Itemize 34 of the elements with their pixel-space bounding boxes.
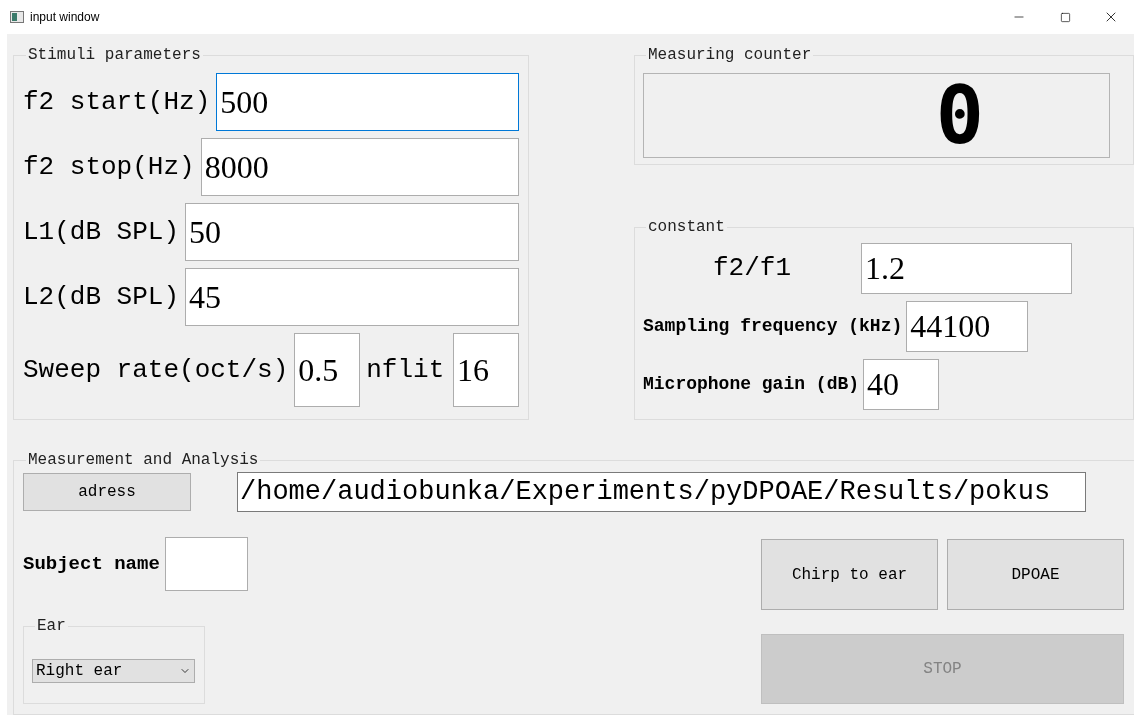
window-icon: [10, 11, 24, 23]
input-field[interactable]: 8000: [200, 138, 519, 196]
group-title: constant: [647, 217, 726, 237]
field-label: Sweep rate(oct/s): [23, 353, 289, 387]
input-field[interactable]: 44100: [906, 301, 1029, 352]
field-label: f2 stop(Hz): [23, 150, 195, 184]
field-label: Subject name: [23, 551, 160, 577]
window-title: input window: [30, 9, 100, 26]
group-title: Measurement and Analysis: [27, 450, 260, 470]
path-field[interactable]: /home/audiobunka/Experiments/pyDPOAE/Results/pokus: [237, 472, 1086, 512]
field-label: f2/f1: [712, 252, 792, 285]
field-label: Sampling frequency (kHz): [643, 315, 903, 338]
input-field[interactable]: 45: [185, 268, 519, 326]
field-label: Microphone gain (dB): [643, 373, 860, 396]
field-label: f2 start(Hz): [23, 85, 211, 119]
counter-value: 0: [935, 75, 984, 156]
group-title: Ear: [36, 616, 67, 636]
input-field[interactable]: 500: [216, 73, 519, 131]
address-button[interactable]: adress: [23, 473, 191, 511]
field-label: nflit: [366, 353, 445, 387]
input-field[interactable]: [164, 537, 248, 591]
action-button[interactable]: DPOAE: [947, 539, 1124, 610]
input-field[interactable]: 0.5: [294, 333, 361, 407]
group-title: Measuring counter: [647, 45, 813, 65]
ear-dropdown[interactable]: Right ear: [32, 659, 195, 683]
input-field[interactable]: 50: [185, 203, 519, 261]
maximize-icon: [1059, 11, 1071, 23]
field-label: L1(dB SPL): [23, 215, 180, 249]
input-field[interactable]: 1.2: [861, 243, 1072, 294]
group-title: Stimuli parameters: [27, 45, 202, 65]
input-field[interactable]: 40: [863, 359, 940, 410]
field-label: L2(dB SPL): [23, 280, 180, 314]
input-field[interactable]: 16: [453, 333, 519, 407]
action-button[interactable]: Chirp to ear: [761, 539, 938, 610]
